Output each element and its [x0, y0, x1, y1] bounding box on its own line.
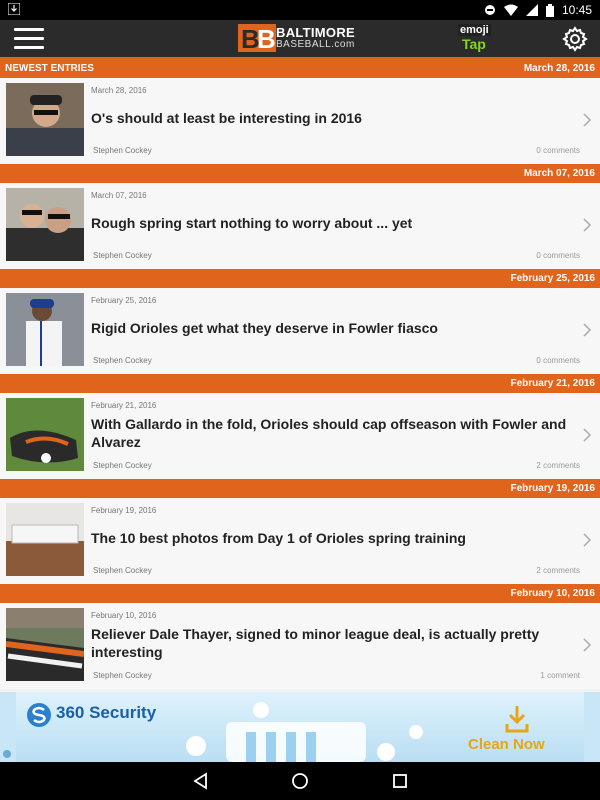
thumbnail-image — [6, 503, 84, 576]
thumbnail-image — [6, 608, 84, 681]
entry-date: February 25, 2016 — [91, 296, 157, 305]
entry-author: Stephen Cockey — [93, 566, 152, 575]
date-header: February 19, 2016 — [0, 479, 600, 498]
date-header: March 07, 2016 — [0, 164, 600, 183]
system-nav-bar — [0, 762, 600, 800]
ad-illustration — [186, 702, 423, 762]
ad-content[interactable]: 360 Security Clean Now — [16, 692, 584, 762]
entry-author: Stephen Cockey — [93, 461, 152, 470]
hamburger-menu-icon[interactable] — [14, 28, 44, 50]
section-label: NEWEST ENTRIES — [5, 63, 94, 74]
gear-icon[interactable] — [562, 26, 588, 52]
emoji-tap-line2: Tap — [462, 36, 486, 52]
download-arrow-icon — [505, 706, 529, 733]
entry-title: Rough spring start nothing to worry abou… — [91, 215, 413, 231]
entry-date: February 19, 2016 — [91, 506, 157, 515]
logo-line1: BALTIMORE — [276, 25, 356, 40]
chevron-right-icon — [583, 218, 592, 232]
bb-logo-icon: B B — [238, 24, 276, 52]
clock: 10:45 — [561, 3, 592, 17]
entry-date: March 28, 2016 — [91, 86, 147, 95]
wifi-icon — [503, 4, 518, 16]
entry-title: O's should at least be interesting in 20… — [91, 110, 362, 126]
app-bar: B B BALTIMORE BASEBALL.com emoji Tap — [0, 20, 600, 57]
list-item[interactable]: February 21, 2016 With Gallardo in the f… — [0, 393, 600, 479]
entry-author: Stephen Cockey — [93, 356, 152, 365]
thumbnail-image — [6, 398, 84, 471]
list-item[interactable]: March 07, 2016 Rough spring start nothin… — [0, 183, 600, 269]
date-header-text: February 10, 2016 — [510, 588, 596, 599]
date-header: NEWEST ENTRIES March 28, 2016 — [0, 59, 600, 78]
ad-banner[interactable]: 360 Security Clean Now — [0, 692, 600, 762]
home-icon[interactable] — [291, 772, 309, 790]
entry-comments: 0 comments — [536, 146, 580, 155]
date-header: February 10, 2016 — [0, 584, 600, 603]
entry-author: Stephen Cockey — [93, 146, 152, 155]
date-header-text: March 07, 2016 — [523, 168, 595, 179]
entry-date: February 21, 2016 — [91, 401, 157, 410]
ad-brand: 360 Security — [56, 703, 157, 722]
entry-title: The 10 best photos from Day 1 of Orioles… — [91, 530, 466, 546]
entry-date: March 07, 2016 — [91, 191, 147, 200]
status-bar: 10:45 — [0, 0, 600, 20]
list-item[interactable]: February 10, 2016 Reliever Dale Thayer, … — [0, 603, 600, 689]
thumbnail-image — [6, 83, 84, 156]
chevron-right-icon — [583, 533, 592, 547]
date-header-text: February 21, 2016 — [510, 378, 596, 389]
shield-s-icon — [27, 703, 51, 727]
entry-title: With Gallardo in the fold, Orioles shoul… — [91, 416, 567, 450]
chevron-right-icon — [583, 323, 592, 337]
signal-icon — [525, 4, 538, 16]
chevron-right-icon — [583, 638, 592, 652]
emoji-tap-line1: emoji — [458, 24, 491, 36]
site-logo[interactable]: B B BALTIMORE BASEBALL.com — [238, 24, 360, 54]
chevron-right-icon — [583, 428, 592, 442]
logo-line2: BASEBALL.com — [276, 39, 355, 50]
entry-comments: 0 comments — [536, 251, 580, 260]
dnd-icon — [484, 5, 495, 15]
entry-date: February 10, 2016 — [91, 611, 157, 620]
date-header: February 21, 2016 — [0, 374, 600, 393]
entry-comments: 2 comments — [536, 461, 580, 470]
date-header: February 25, 2016 — [0, 269, 600, 288]
entry-title: Rigid Orioles get what they deserve in F… — [91, 320, 438, 336]
svg-text:B: B — [257, 24, 276, 52]
entry-comments: 1 comment — [540, 671, 580, 680]
list-item[interactable]: February 19, 2016 The 10 best photos fro… — [0, 498, 600, 584]
ad-cta-button[interactable]: Clean Now — [468, 736, 545, 753]
recent-apps-icon[interactable] — [392, 773, 408, 789]
battery-icon — [545, 3, 554, 17]
thumbnail-image — [6, 188, 84, 261]
back-icon[interactable] — [192, 772, 210, 790]
entry-author: Stephen Cockey — [93, 671, 152, 680]
date-header-text: February 25, 2016 — [510, 273, 596, 284]
emoji-tap-button[interactable]: emoji Tap — [456, 24, 498, 54]
entry-title: Reliever Dale Thayer, signed to minor le… — [91, 626, 540, 660]
entry-comments: 2 comments — [536, 566, 580, 575]
ad-info-icon[interactable] — [3, 750, 11, 758]
list-item[interactable]: February 25, 2016 Rigid Orioles get what… — [0, 288, 600, 374]
thumbnail-image — [6, 293, 84, 366]
list-item[interactable]: March 28, 2016 O's should at least be in… — [0, 78, 600, 164]
date-header-text: March 28, 2016 — [523, 63, 595, 74]
date-header-text: February 19, 2016 — [510, 483, 596, 494]
entry-comments: 0 comments — [536, 356, 580, 365]
entry-list: NEWEST ENTRIES March 28, 2016 March 28, … — [0, 59, 600, 689]
chevron-right-icon — [583, 113, 592, 127]
download-icon — [8, 3, 20, 15]
entry-author: Stephen Cockey — [93, 251, 152, 260]
